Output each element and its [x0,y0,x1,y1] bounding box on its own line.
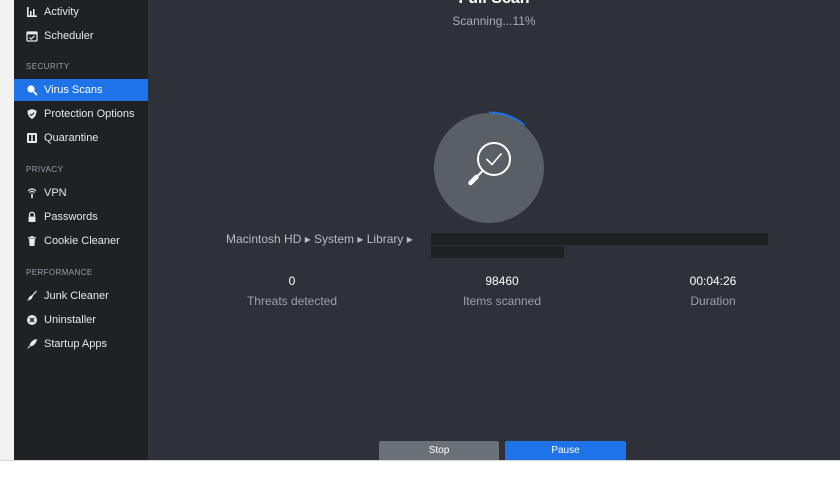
scan-title: Full Scan [148,0,840,8]
sidebar-item-passwords[interactable]: Passwords [14,206,148,228]
sidebar-item-label: Protection Options [44,108,135,120]
search-icon [26,84,38,96]
threats-detected-value: 0 [288,274,296,288]
quarantine-icon [26,132,38,144]
app-frame: Activity Scheduler SECURITY Virus Scans [0,0,840,480]
sidebar-item-label: Virus Scans [44,84,103,96]
duration-label: Duration [690,294,736,308]
redacted-path-block [431,233,768,245]
sidebar-item-quarantine[interactable]: Quarantine [14,127,148,149]
sidebar-item-virus-scans[interactable]: Virus Scans [14,79,148,101]
threats-detected-label: Threats detected [246,294,338,308]
scan-progress-ring [430,110,548,228]
section-label-security: SECURITY [26,62,70,71]
sidebar-item-uninstaller[interactable]: Uninstaller [14,309,148,331]
main-panel: Full Scan Scanning...11% Macintosh HD ▸ … [148,0,840,460]
calendar-icon [26,30,38,42]
sidebar-item-startup-apps[interactable]: Startup Apps [14,333,148,355]
trash-icon [26,235,38,247]
scan-status: Scanning...11% [452,14,536,28]
sidebar-item-label: Passwords [44,211,98,223]
shield-icon [26,108,38,120]
section-label-performance: PERFORMANCE [26,268,93,277]
sidebar-item-label: Cookie Cleaner [44,235,120,247]
sidebar-item-label: VPN [44,187,67,199]
sidebar-item-protection-options[interactable]: Protection Options [14,103,148,125]
stop-button[interactable]: Stop [379,441,499,460]
sidebar-item-vpn[interactable]: VPN [14,182,148,204]
sidebar-item-activity[interactable]: Activity [14,1,148,23]
sidebar-item-cookie-cleaner[interactable]: Cookie Cleaner [14,230,148,252]
sidebar-item-label: Junk Cleaner [44,290,109,302]
broom-icon [26,290,38,302]
redacted-path-block [431,246,564,258]
bottom-bar [0,460,840,480]
sidebar-item-label: Quarantine [44,132,99,144]
sidebar-item-label: Activity [44,6,79,18]
activity-icon [26,6,38,18]
items-scanned-label: Items scanned [462,294,542,308]
duration-value: 00:04:26 [689,274,737,288]
items-scanned-value: 98460 [485,274,519,288]
rocket-icon [26,338,38,350]
scan-path: Macintosh HD ▸ System ▸ Library ▸ [226,232,413,246]
sidebar-item-scheduler[interactable]: Scheduler [14,25,148,47]
close-circle-icon [26,314,38,326]
lock-icon [26,211,38,223]
pause-button[interactable]: Pause [505,441,626,460]
sidebar-item-label: Startup Apps [44,338,107,350]
section-label-privacy: PRIVACY [26,165,64,174]
sidebar-item-label: Scheduler [44,30,94,42]
vpn-icon [26,187,38,199]
sidebar: Activity Scheduler SECURITY Virus Scans [14,0,148,460]
sidebar-item-junk-cleaner[interactable]: Junk Cleaner [14,285,148,307]
sidebar-item-label: Uninstaller [44,314,96,326]
app-window: Activity Scheduler SECURITY Virus Scans [14,0,840,460]
